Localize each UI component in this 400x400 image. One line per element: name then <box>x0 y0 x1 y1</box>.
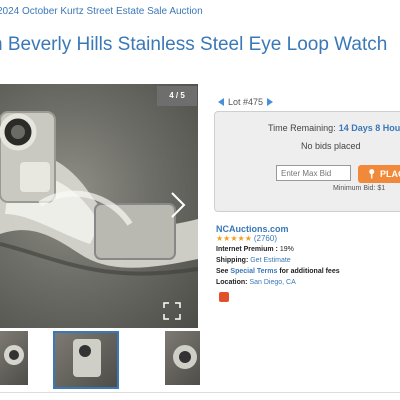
seller-link[interactable]: NCAuctions.com <box>216 224 289 234</box>
fullscreen-icon[interactable] <box>163 302 181 320</box>
terms-suffix: for additional fees <box>279 268 340 275</box>
lot-number: Lot #475 <box>228 97 264 107</box>
image-counter: 4 / 5 <box>157 86 197 106</box>
page-title: n Beverly Hills Stainless Steel Eye Loop… <box>0 34 388 55</box>
seller-rating: ★★★★★ (2760) <box>216 234 277 243</box>
shipping-row: Shipping: Get Estimate <box>216 257 291 264</box>
premium-label: Internet Premium : <box>216 246 278 253</box>
lot-navigation: Lot #475 <box>218 97 274 107</box>
shopping-bag-icon[interactable] <box>219 292 229 302</box>
bid-pin-icon: 📍︎ <box>366 169 378 179</box>
special-terms-link[interactable]: Special Terms <box>230 268 277 275</box>
next-image-icon[interactable] <box>167 190 189 220</box>
thumbnail-strip <box>0 328 200 390</box>
time-remaining-value: 14 Days 8 Hou <box>338 123 400 133</box>
premium-value: 19% <box>279 246 294 253</box>
shipping-label: Shipping: <box>216 257 249 264</box>
rating-stars-icon: ★★★★★ <box>216 234 252 243</box>
place-bid-label: PLAC <box>379 169 400 179</box>
thumbnail-image <box>173 345 197 369</box>
thumbnail-image <box>73 339 101 377</box>
terms-prefix: See <box>216 268 229 275</box>
location-label: Location: <box>216 279 248 286</box>
location-link[interactable]: San Diego, CA <box>249 279 295 286</box>
max-bid-input[interactable] <box>276 165 351 181</box>
thumbnail[interactable] <box>0 331 28 385</box>
thumbnail[interactable] <box>165 331 200 385</box>
thumbnail-active[interactable] <box>53 331 119 389</box>
minimum-bid: Minimum Bid: $1 <box>333 185 386 192</box>
breadcrumb[interactable]: 2024 October Kurtz Street Estate Sale Au… <box>0 6 203 17</box>
divider <box>0 392 400 393</box>
thumbnail-image <box>4 345 24 365</box>
next-lot-icon[interactable] <box>267 98 274 106</box>
time-remaining-label: Time Remaining: <box>268 123 336 133</box>
previous-lot-icon[interactable] <box>218 98 224 106</box>
place-bid-button[interactable]: 📍︎ PLAC <box>358 165 400 183</box>
bid-status: No bids placed <box>301 141 361 151</box>
time-remaining: Time Remaining: 14 Days 8 Hou <box>268 123 400 133</box>
terms-row: See Special Terms for additional fees <box>216 268 340 275</box>
internet-premium: Internet Premium : 19% <box>216 246 294 253</box>
shipping-estimate-link[interactable]: Get Estimate <box>250 257 290 264</box>
location-row: Location: San Diego, CA <box>216 279 296 286</box>
rating-count[interactable]: (2760) <box>254 234 277 243</box>
